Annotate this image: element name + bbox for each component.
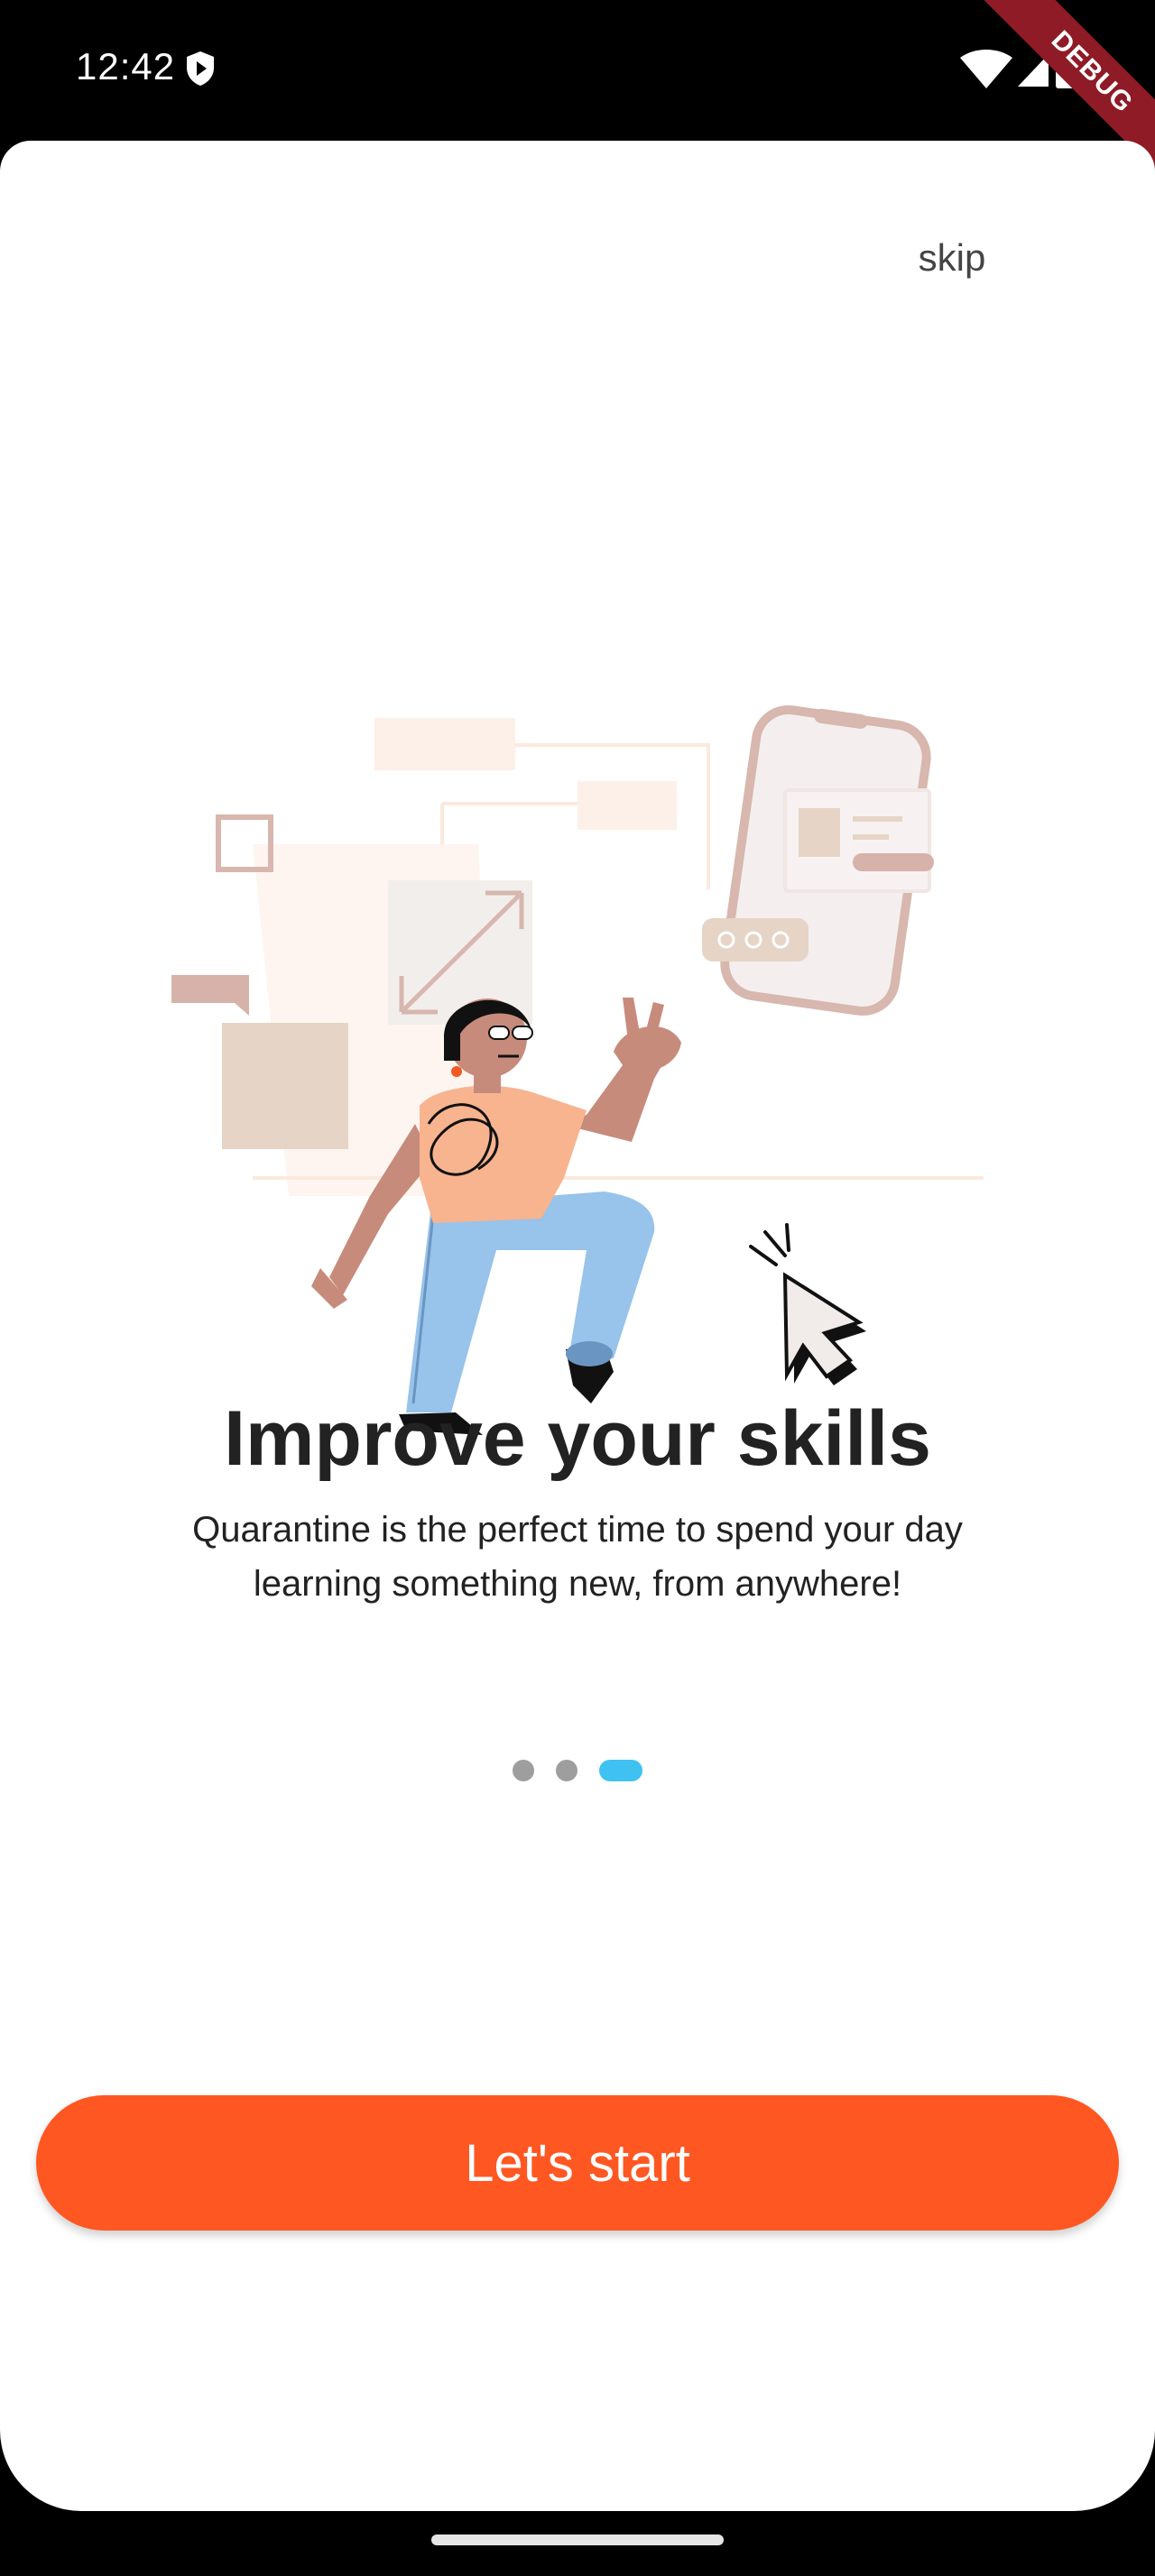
skip-button[interactable]: skip (902, 231, 1002, 285)
page-indicator (513, 1760, 642, 1781)
lets-start-button[interactable]: Let's start (36, 2095, 1119, 2231)
status-time: 12:42 (76, 45, 176, 87)
cursor-icon (749, 1223, 866, 1385)
page-dot-3-active[interactable] (599, 1760, 642, 1781)
page-dot-1[interactable] (513, 1760, 534, 1781)
onboarding-subtitle: Quarantine is the perfect time to spend … (192, 1510, 963, 1604)
onboarding-title: Improve your skills (224, 1395, 931, 1482)
status-bar: 12:42 DEBUG (0, 0, 1155, 198)
onboarding-illustration (171, 704, 984, 1435)
shield-icon (187, 51, 214, 86)
page-dot-2[interactable] (556, 1760, 578, 1781)
onboarding-screen: skip Improve your skills Quarantine is t… (0, 141, 1155, 2511)
home-indicator[interactable] (431, 2535, 724, 2545)
